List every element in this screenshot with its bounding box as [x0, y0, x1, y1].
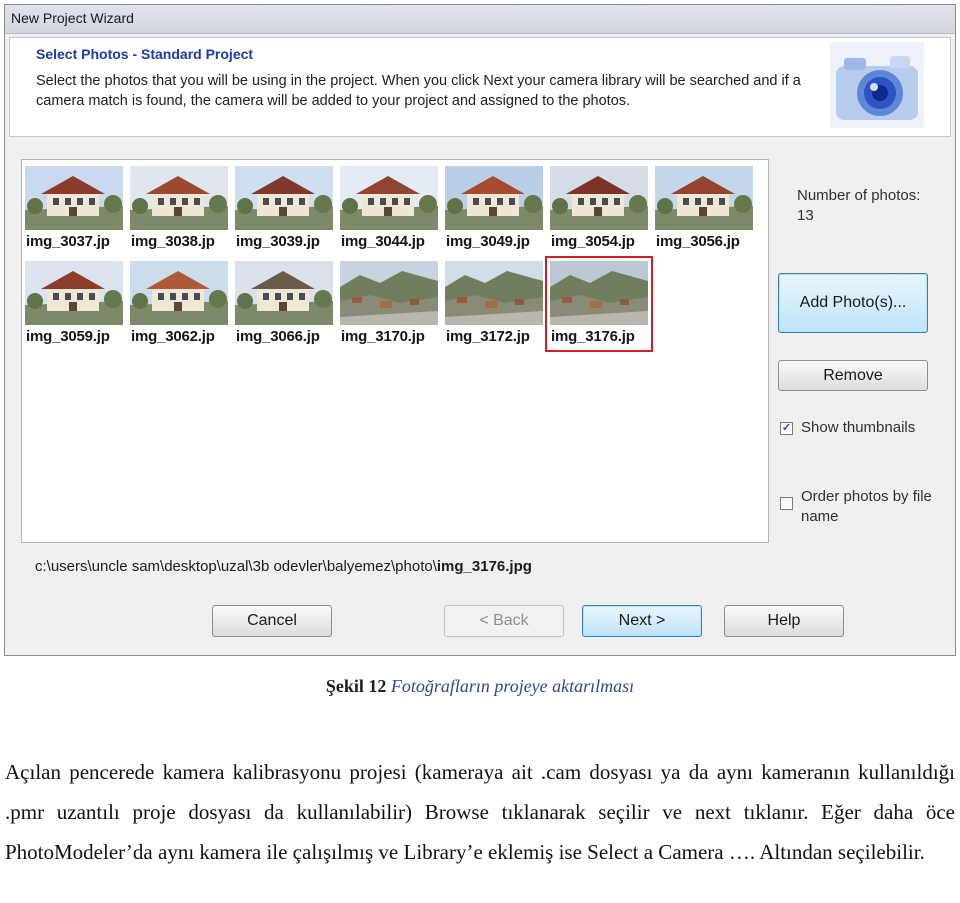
photo-thumbnail-label: img_3054.jp [551, 233, 635, 250]
photo-count-label: Number of photos: 13 [797, 187, 921, 224]
photo-thumbnail-image[interactable] [340, 166, 438, 230]
photo-thumbnail-label: img_3049.jp [446, 233, 530, 250]
window-title: New Project Wizard [11, 10, 134, 26]
photo-thumbnail-image[interactable] [445, 166, 543, 230]
photo-thumbnail-label: img_3044.jp [341, 233, 425, 250]
back-button[interactable]: < Back [444, 605, 564, 637]
photo-thumbnail[interactable]: img_3039.jp [232, 163, 336, 255]
photo-thumbnail-label: img_3170.jp [341, 328, 425, 345]
figure-caption: Şekil 12 Fotoğrafların projeye aktarılma… [0, 676, 960, 697]
photo-thumbnail[interactable]: img_3037.jp [22, 163, 126, 255]
photo-thumbnail-image[interactable] [130, 166, 228, 230]
camera-icon [830, 42, 924, 128]
photo-thumbnail[interactable]: img_3054.jp [547, 163, 651, 255]
order-by-name-option[interactable]: Order photos by file name [780, 487, 940, 529]
path-directory: c:\users\uncle sam\desktop\uzal\3b odevl… [35, 558, 437, 575]
title-bar: New Project Wizard [5, 5, 955, 34]
caption-number: Şekil 12 [325, 676, 387, 696]
add-photos-button[interactable]: Add Photo(s)... [778, 273, 928, 333]
remove-label: Remove [823, 366, 883, 384]
order-by-name-label: Order photos by file name [801, 488, 932, 525]
photo-thumbnail-label: img_3059.jp [26, 328, 110, 345]
photo-thumbnail[interactable]: img_3038.jp [127, 163, 231, 255]
photo-thumbnail-image[interactable] [25, 261, 123, 325]
photo-thumbnail-label: img_3172.jp [446, 328, 530, 345]
photo-thumbnail-image[interactable] [550, 261, 648, 325]
cancel-button[interactable]: Cancel [212, 605, 332, 637]
show-thumbnails-option[interactable]: ✓ Show thumbnails [780, 418, 940, 460]
show-thumbnails-label: Show thumbnails [801, 419, 916, 436]
body-paragraph: Açılan pencerede kamera kalibrasyonu pro… [5, 760, 955, 864]
photo-thumbnail-image[interactable] [25, 166, 123, 230]
photo-thumbnail[interactable]: img_3044.jp [337, 163, 441, 255]
photo-thumbnail-image[interactable] [445, 261, 543, 325]
show-thumbnails-checkbox[interactable]: ✓ [780, 422, 793, 435]
photo-thumbnail[interactable]: img_3172.jp [442, 258, 546, 350]
photo-thumbnail-label: img_3176.jp [551, 328, 635, 345]
photo-thumbnail-image[interactable] [130, 261, 228, 325]
photo-thumbnail-label: img_3039.jp [236, 233, 320, 250]
photo-thumbnail[interactable]: img_3056.jp [652, 163, 756, 255]
next-button[interactable]: Next > [582, 605, 702, 637]
help-label: Help [767, 612, 801, 629]
photo-thumbnail-image[interactable] [235, 261, 333, 325]
wizard-header: Select Photos - Standard Project Select … [9, 37, 951, 137]
photo-thumbnail[interactable]: img_3049.jp [442, 163, 546, 255]
photo-thumbnail[interactable]: img_3170.jp [337, 258, 441, 350]
order-by-name-checkbox[interactable] [780, 497, 793, 510]
photo-thumbnail-image[interactable] [550, 166, 648, 230]
path-filename: img_3176.jpg [436, 558, 532, 575]
photo-thumbnail-label: img_3066.jp [236, 328, 320, 345]
photo-thumbnail-label: img_3056.jp [656, 233, 740, 250]
cancel-label: Cancel [247, 612, 297, 629]
photo-thumbnail-image[interactable] [340, 261, 438, 325]
photo-thumbnail-label: img_3062.jp [131, 328, 215, 345]
help-button[interactable]: Help [724, 605, 844, 637]
add-photos-label: Add Photo(s)... [799, 294, 907, 311]
photo-thumbnail-label: img_3037.jp [26, 233, 110, 250]
step-description: Select the photos that you will be using… [36, 73, 801, 109]
photo-thumbnail[interactable]: img_3066.jp [232, 258, 336, 350]
photo-thumbnail-label: img_3038.jp [131, 233, 215, 250]
step-title: Select Photos - Standard Project [36, 46, 254, 62]
photo-thumbnail-image[interactable] [655, 166, 753, 230]
caption-text: Fotoğrafların projeye aktarılması [390, 676, 635, 696]
photo-thumbnail[interactable]: img_3059.jp [22, 258, 126, 350]
remove-button[interactable]: Remove [778, 360, 928, 391]
next-label: Next > [618, 612, 666, 629]
photo-thumbnail-image[interactable] [235, 166, 333, 230]
photo-thumbnail[interactable]: img_3062.jp [127, 258, 231, 350]
back-label: < Back [479, 612, 529, 629]
photo-thumbnail[interactable]: img_3176.jp [545, 256, 653, 352]
selected-photo-path: c:\users\uncle sam\desktop\uzal\3b odevl… [35, 558, 532, 575]
